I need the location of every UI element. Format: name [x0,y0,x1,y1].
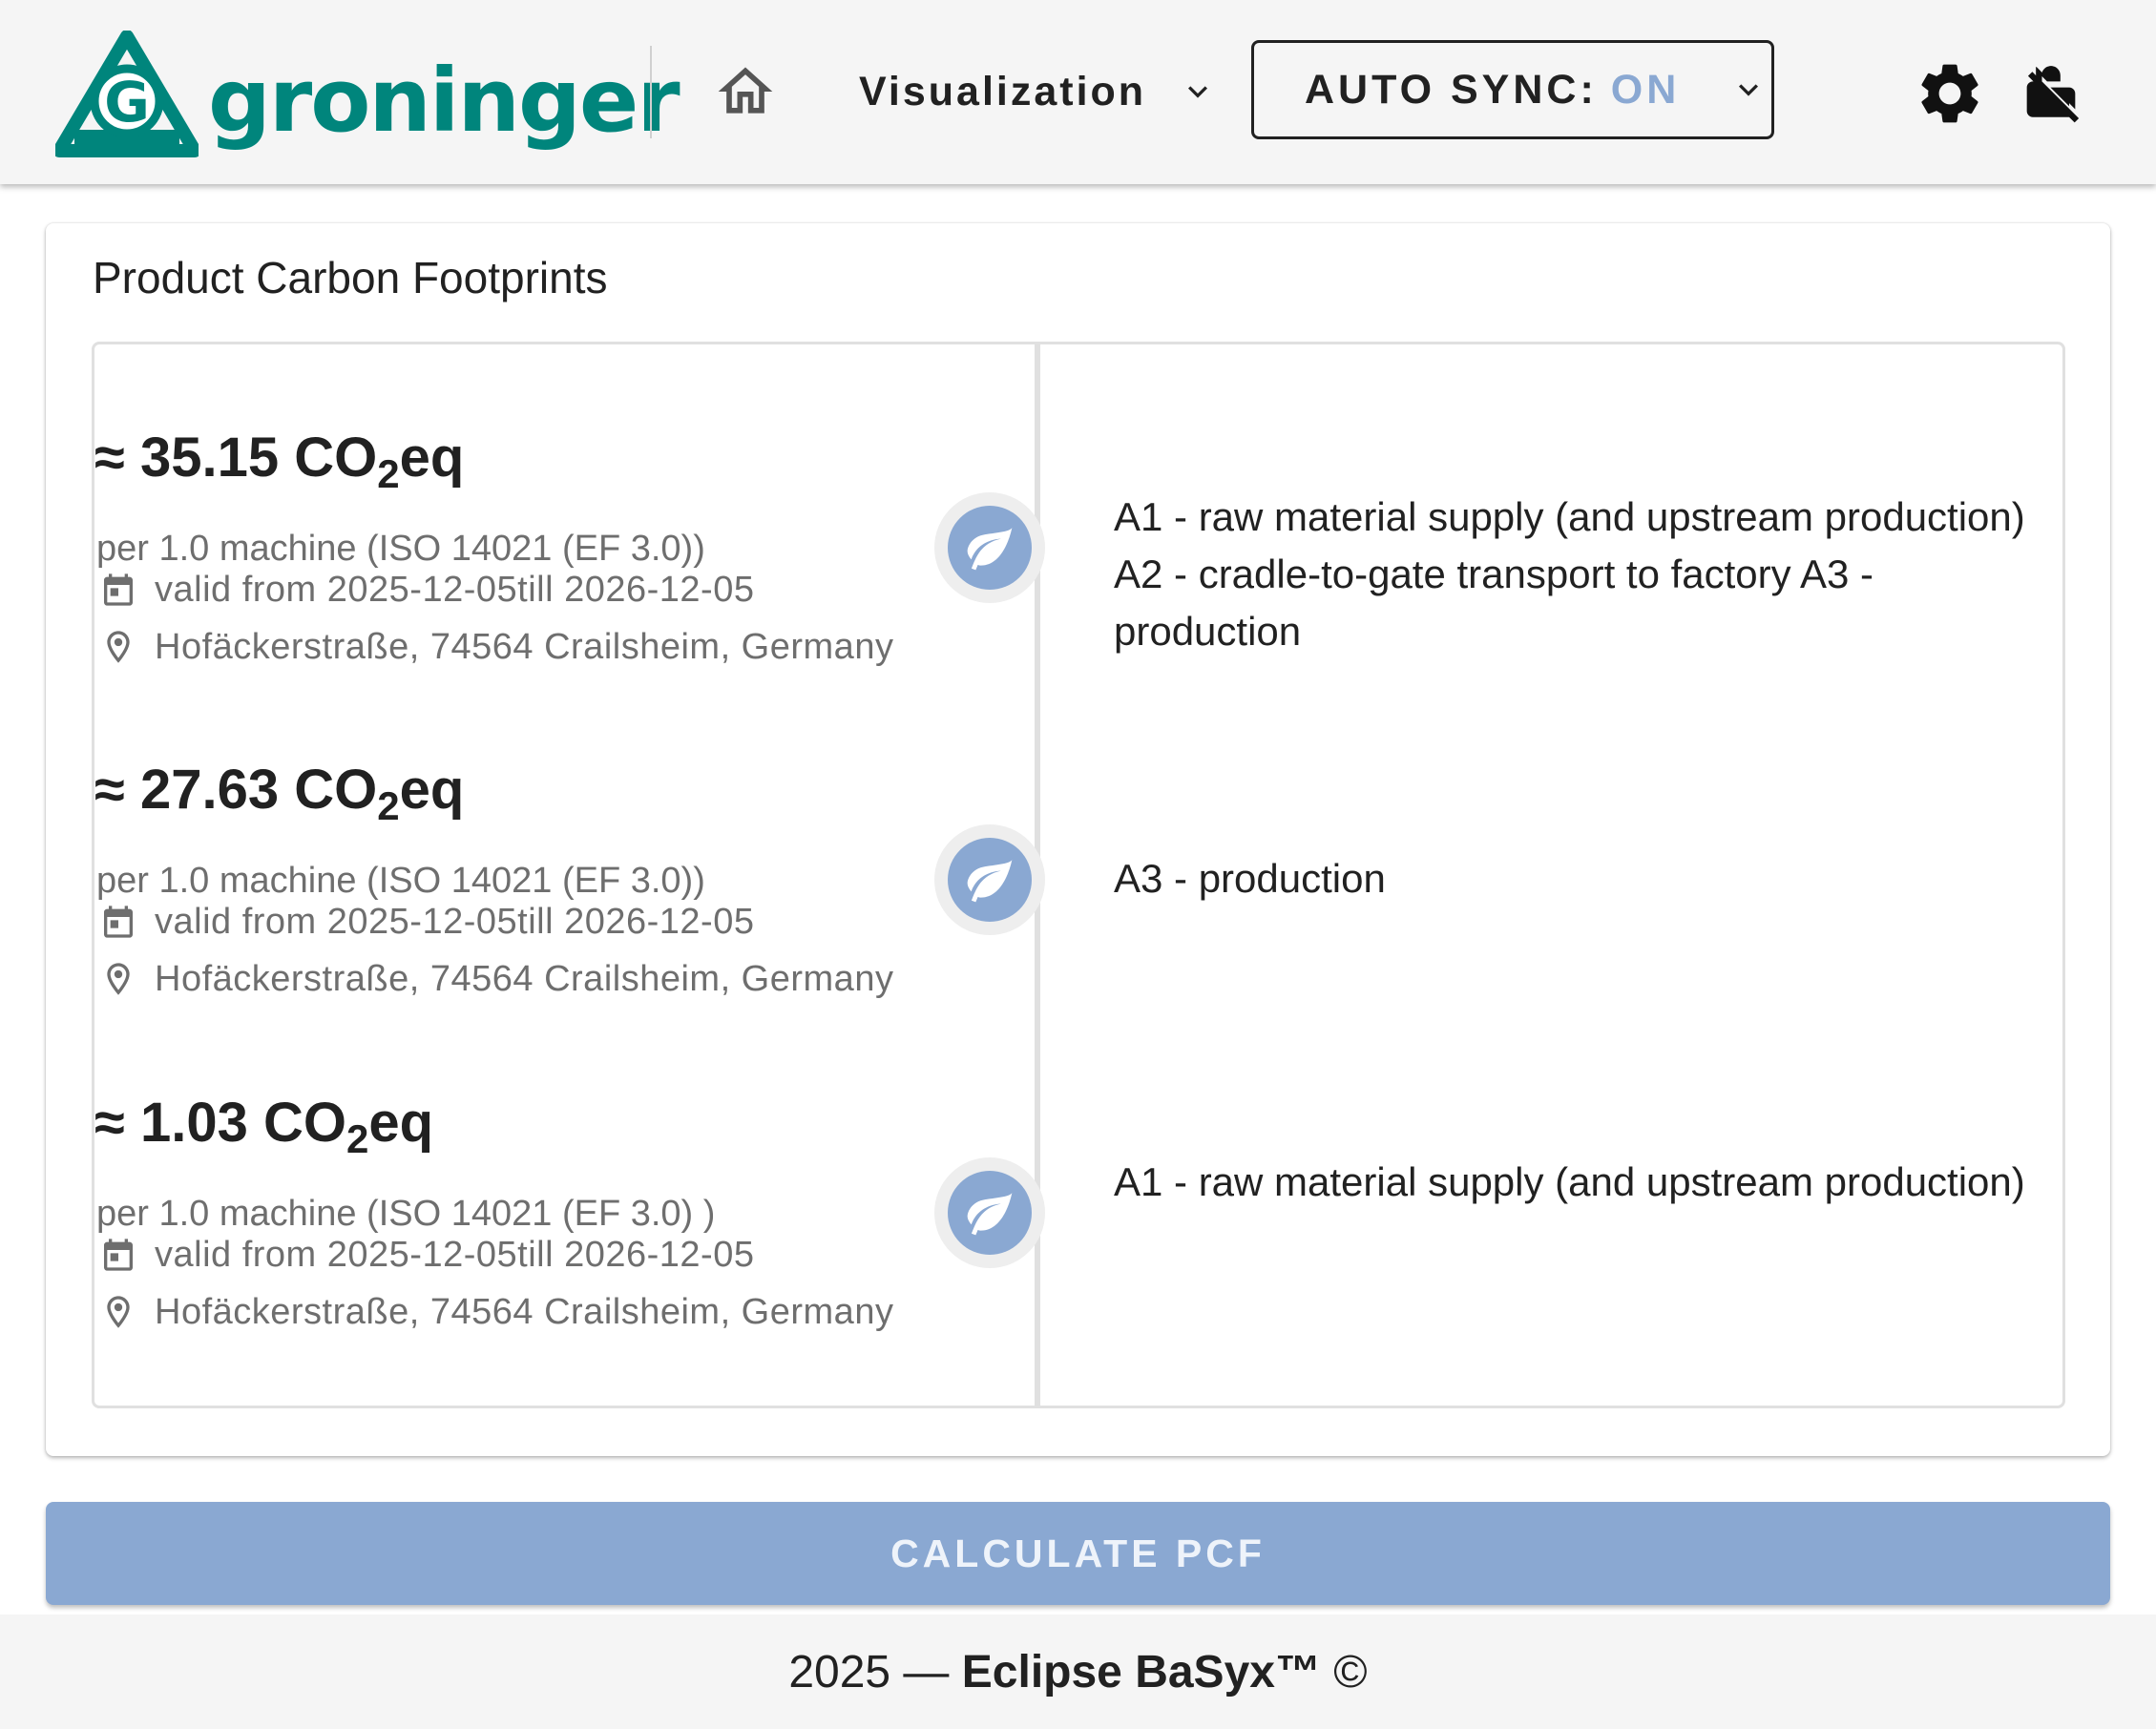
calendar-icon [99,1234,137,1276]
chevron-down-icon [1739,84,1759,96]
pcf-unit: per 1.0 machine (ISO 14021 (EF 3.0)) [96,861,705,901]
chevron-down-icon [1188,86,1208,98]
validity-text: valid from 2025-12-05till 2026-12-05 [155,901,755,942]
pcf-unit: per 1.0 machine (ISO 14021 (EF 3.0)) [96,529,705,569]
visualization-label: Visualization [859,68,1147,115]
leaf-icon [967,528,1013,571]
pcf-timeline: ≈ 35.15 CO2eq per 1.0 machine (ISO 14021… [92,342,2065,1408]
address-text: Hofäckerstraße, 74564 Crailsheim, German… [155,958,894,999]
address-row: Hofäckerstraße, 74564 Crailsheim, German… [99,958,893,1000]
gear-icon [1921,64,1978,123]
address-text: Hofäckerstraße, 74564 Crailsheim, German… [155,626,894,667]
footer-text: 2025 — Eclipse BaSyx™ © [788,1646,1367,1698]
footer-year: 2025 — [788,1646,962,1698]
logo-text: groninger [208,50,680,152]
calendar-icon [99,901,137,943]
auto-sync-button[interactable]: AUTO SYNC: ON [1251,40,1774,139]
pcf-stages: A1 - raw material supply (and upstream p… [1114,494,2025,654]
calendar-icon [99,569,137,611]
calculate-pcf-label: CALCULATE PCF [890,1531,1266,1575]
auto-sync-value: ON [1610,66,1681,113]
pcf-value: ≈ 35.15 CO2eq [94,427,465,496]
footer-brand[interactable]: Eclipse BaSyx™ [962,1647,1321,1698]
timeline-dot [934,824,1045,935]
leaf-icon [967,1193,1013,1236]
address-row: Hofäckerstraße, 74564 Crailsheim, German… [99,1291,893,1333]
logo-triangle-icon: G [55,31,199,157]
header-divider [650,46,652,138]
timeline-dot [934,492,1045,603]
map-marker-icon [99,626,137,668]
validity-row: valid from 2025-12-05till 2026-12-05 [99,901,754,943]
timeline-dot [934,1157,1045,1268]
settings-button[interactable] [1914,57,1986,130]
validity-text: valid from 2025-12-05till 2026-12-05 [155,1234,755,1275]
lock-button[interactable] [2015,57,2087,130]
app-header: G groninger Visualization AUTO SYNC: ON [0,0,2156,184]
validity-text: valid from 2025-12-05till 2026-12-05 [155,569,755,610]
home-icon [718,67,773,114]
visualization-menu-button[interactable]: Visualization [859,55,1217,128]
home-button[interactable] [708,59,783,124]
validity-row: valid from 2025-12-05till 2026-12-05 [99,569,754,611]
calculate-pcf-button[interactable]: CALCULATE PCF [46,1502,2110,1605]
validity-row: valid from 2025-12-05till 2026-12-05 [99,1234,754,1276]
pcf-card: Product Carbon Footprints ≈ 35.15 CO2eq … [46,223,2110,1456]
pcf-stages: A1 - raw material supply (and upstream p… [1114,1159,2025,1204]
pcf-value: ≈ 1.03 CO2eq [94,1092,434,1161]
pcf-value: ≈ 27.63 CO2eq [94,759,465,828]
app-footer: 2025 — Eclipse BaSyx™ © [0,1614,2156,1729]
auto-sync-label: AUTO SYNC: [1305,66,1598,113]
footer-copyright: © [1320,1646,1368,1698]
groninger-logo[interactable]: G groninger [55,31,680,159]
logo-letter: G [104,70,150,135]
pcf-unit: per 1.0 machine (ISO 14021 (EF 3.0) ) [96,1194,716,1234]
lock-off-icon [2026,66,2080,123]
card-title: Product Carbon Footprints [93,253,608,302]
leaf-icon [967,860,1013,903]
address-text: Hofäckerstraße, 74564 Crailsheim, German… [155,1291,894,1332]
map-marker-icon [99,958,137,1000]
map-marker-icon [99,1291,137,1333]
address-row: Hofäckerstraße, 74564 Crailsheim, German… [99,626,893,668]
pcf-stages: A3 - production [1114,856,1386,901]
